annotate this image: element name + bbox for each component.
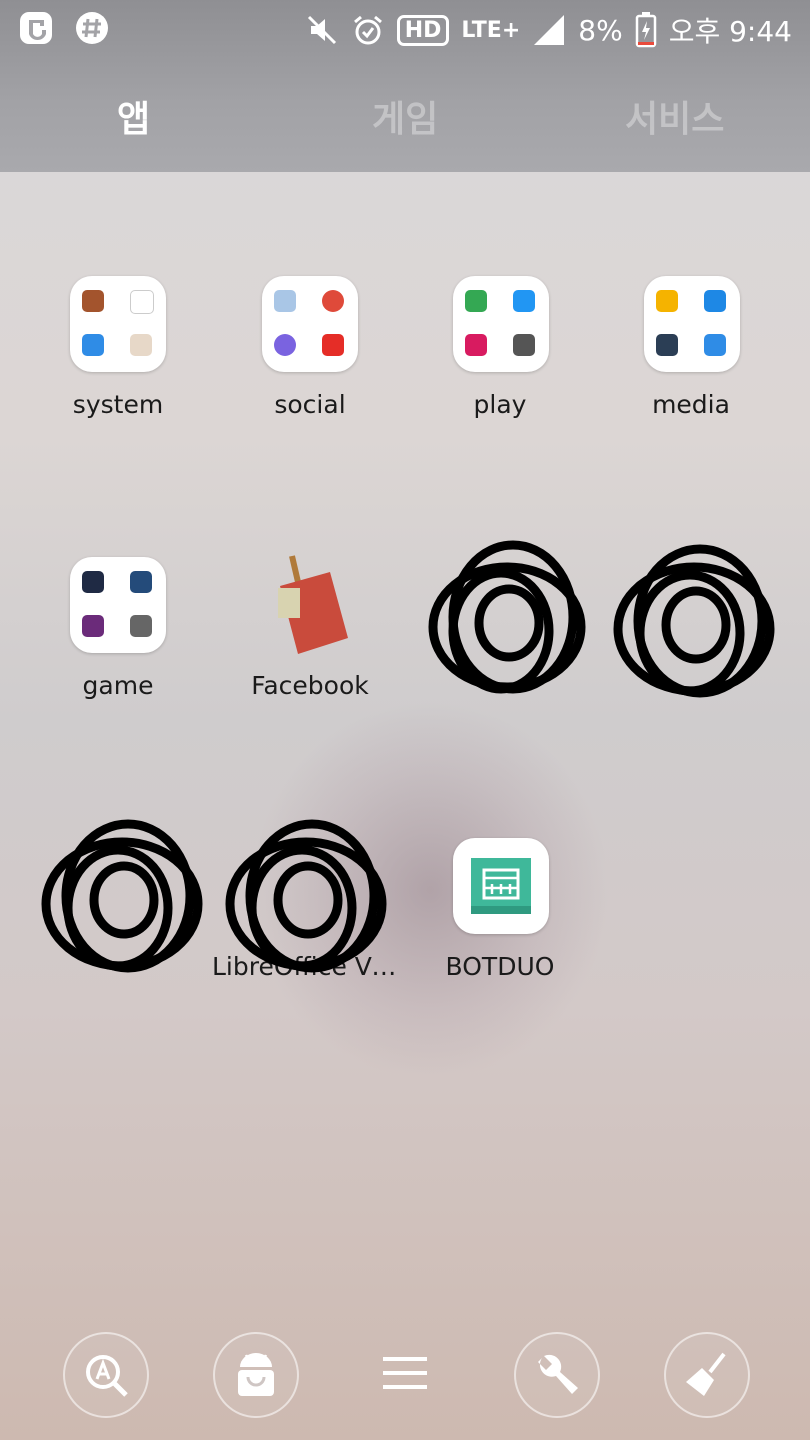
app-label-facebook: Facebook xyxy=(251,671,369,700)
scribbled-app-icon[interactable] xyxy=(425,535,590,713)
wrench-icon xyxy=(538,1354,578,1394)
slack-icon xyxy=(76,12,108,44)
app-label-social: social xyxy=(274,390,346,419)
app-label-botduo: BOTDUO xyxy=(445,952,555,981)
folder-media-icon[interactable] xyxy=(644,276,740,372)
menu-button[interactable] xyxy=(364,1332,446,1414)
search-apps-button[interactable] xyxy=(63,1332,149,1418)
search-apps-icon xyxy=(86,1355,128,1397)
app-label-play: play xyxy=(473,390,527,419)
battery-percent: 8% xyxy=(578,13,623,47)
folder-system-icon[interactable] xyxy=(70,276,166,372)
scribbled-app-icon[interactable] xyxy=(224,812,389,990)
hd-icon: HD xyxy=(396,14,450,46)
scribbled-app-icon[interactable] xyxy=(612,537,777,715)
mute-icon xyxy=(307,15,336,45)
broom-icon xyxy=(686,1352,726,1396)
status-bar: HD LTE+ 8% 오후 9:44 xyxy=(0,0,810,58)
carrier-logo-icon xyxy=(20,12,52,44)
scribbled-app-icon[interactable] xyxy=(40,812,205,990)
facebook-icon[interactable] xyxy=(268,552,352,660)
tab-services[interactable]: 서비스 xyxy=(625,90,724,142)
clock: 오후 9:44 xyxy=(668,15,792,48)
lte-icon: LTE+ xyxy=(461,17,521,43)
battery-icon xyxy=(635,12,656,48)
app-label-game: game xyxy=(82,671,154,700)
menu-icon xyxy=(383,1357,427,1389)
folder-social-icon[interactable] xyxy=(262,276,358,372)
folder-play-icon[interactable] xyxy=(453,276,549,372)
calendar-icon xyxy=(471,858,531,914)
botduo-icon[interactable] xyxy=(453,838,549,934)
cleaner-button[interactable] xyxy=(664,1332,750,1418)
app-label-system: system xyxy=(72,390,164,419)
signal-icon xyxy=(534,15,565,45)
alarm-icon xyxy=(353,15,382,45)
android-store-button[interactable] xyxy=(213,1332,299,1418)
android-store-icon xyxy=(238,1353,274,1396)
app-label-media: media xyxy=(652,390,730,419)
folder-game-icon[interactable] xyxy=(70,557,166,653)
settings-wrench-button[interactable] xyxy=(514,1332,600,1418)
tab-games[interactable]: 게임 xyxy=(372,90,438,142)
tab-apps[interactable]: 앱 xyxy=(117,90,150,142)
